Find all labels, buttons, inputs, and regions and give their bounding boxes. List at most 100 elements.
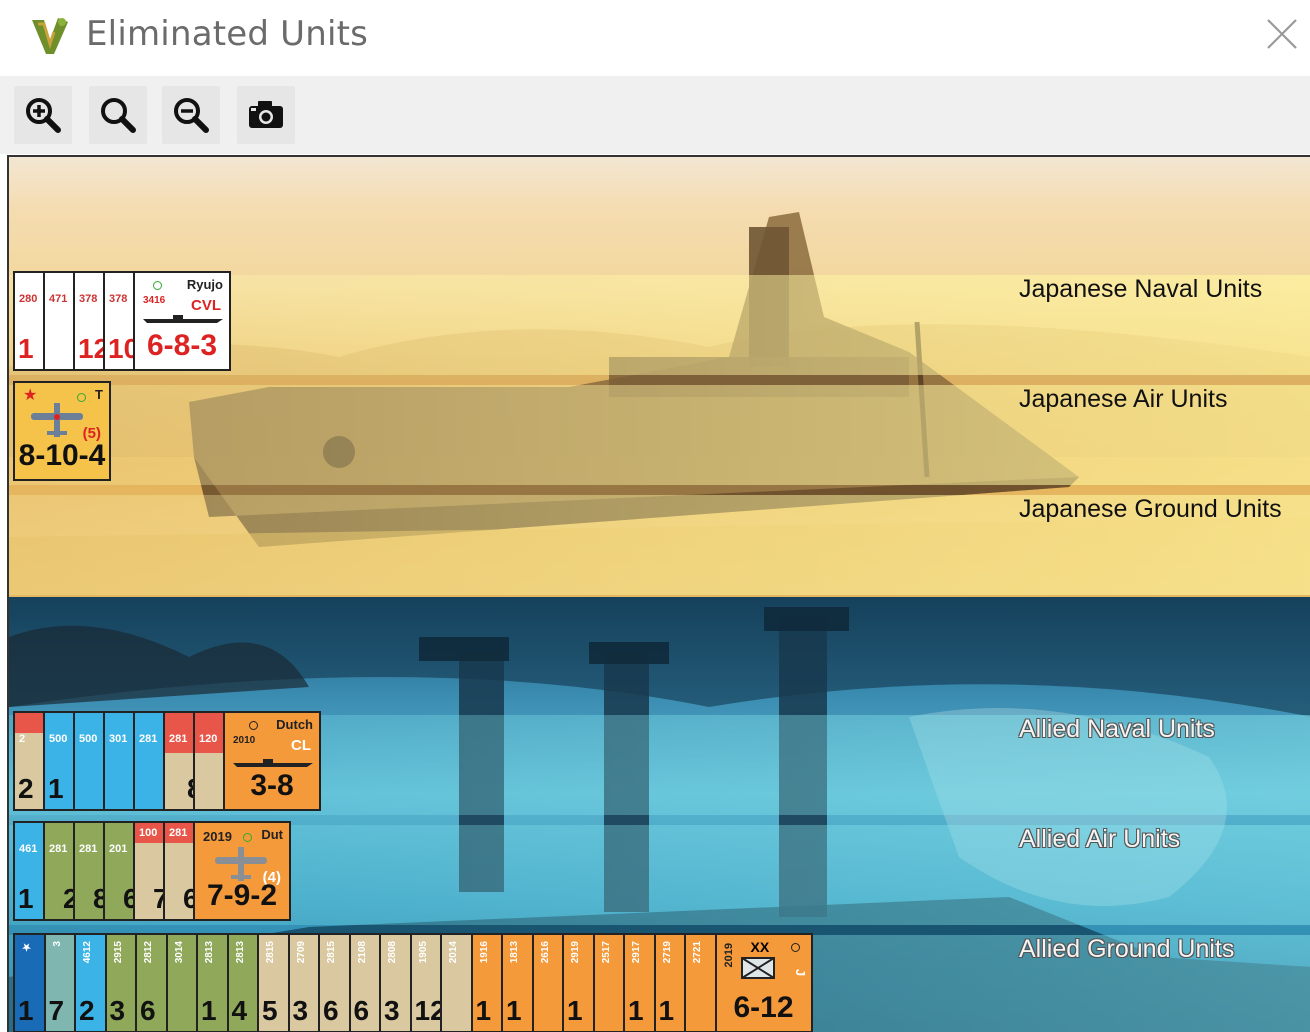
counter-value: 3 (109, 995, 126, 1026)
map-viewport[interactable]: Japanese Naval Units Japanese Air Units … (7, 155, 1310, 1032)
zoom-out-icon (174, 98, 209, 133)
zoom-in-icon (26, 98, 61, 133)
counter-name: Dutch (276, 717, 313, 732)
counter-marker: T (95, 387, 103, 402)
counter-code: 281 (79, 843, 98, 855)
counter-type: CL (291, 737, 311, 754)
counter-code: 4612 (82, 941, 93, 964)
counter-stat: 7-9-2 (206, 879, 278, 912)
counter-value: 1 (48, 773, 64, 804)
unit-counter-japanese-air[interactable]: ★ T (5) 8-10-4 (13, 381, 111, 481)
counter-side: J (793, 968, 809, 977)
counter-code: 2919 (570, 941, 581, 964)
japanese-board: Japanese Naval Units Japanese Air Units … (9, 157, 1310, 597)
counter-value: 1 (475, 995, 492, 1026)
counter-code: 3014 (173, 941, 185, 964)
section-label-japanese-naval: Japanese Naval Units (1019, 275, 1263, 303)
counter-code: 2815 (265, 941, 276, 964)
unit-counter-ryujo[interactable]: Ryujo 3416 CVL 6-8-3 (133, 271, 231, 371)
counter-code: 2813 (204, 941, 215, 964)
vassal-logo-icon (32, 18, 68, 54)
counter-code: 301 (109, 733, 128, 745)
counter-value: 1 (18, 333, 34, 364)
counter-value: 1 (201, 995, 217, 1026)
counter-code: 461 (19, 843, 38, 855)
screenshot-button[interactable] (237, 86, 295, 144)
counter-code: 500 (79, 733, 98, 745)
counter-value: 1 (658, 995, 675, 1026)
status-dot-icon (243, 833, 252, 842)
counter-stat: 6-12 (733, 991, 794, 1024)
counter-value: 1 (567, 995, 583, 1026)
zoom-reset-button[interactable] (89, 86, 147, 144)
counter-code: 2010 (233, 735, 256, 746)
counter-code: 2917 (631, 941, 642, 964)
counter-code: 2019 (722, 943, 735, 968)
counter-value: 2 (79, 995, 95, 1026)
counter-value: 2 (18, 773, 34, 804)
counter-code: 2108 (356, 941, 368, 964)
counter-code: 2808 (387, 941, 398, 964)
counter-code: 1916 (478, 941, 490, 964)
counter-value: 1 (18, 883, 34, 914)
ship-silhouette-icon (143, 315, 223, 323)
counter-code: 378 (79, 293, 98, 305)
counter-value: 1 (506, 995, 522, 1026)
counter-code: 3 (51, 941, 63, 947)
zoom-in-button[interactable] (14, 86, 72, 144)
counter-value: 1 (18, 995, 34, 1026)
aircraft-icon (31, 403, 83, 437)
counter-code: 2721 (692, 941, 703, 964)
zoom-out-button[interactable] (162, 86, 220, 144)
counter-value: 3 (384, 995, 400, 1026)
unit-counter-dutch-cl[interactable]: Dutch 2010 CL 3-8 (223, 711, 321, 811)
counter-code: 1905 (417, 941, 429, 964)
counter-code: 2719 (661, 941, 673, 964)
counter-type: CVL (191, 297, 221, 314)
counter-code: 3416 (143, 295, 166, 306)
window-title: Eliminated Units (86, 14, 369, 54)
counter-value: 4 (231, 995, 248, 1026)
counter-value: 5 (262, 995, 278, 1026)
counter-code: 471 (49, 293, 68, 305)
zoom-icon (101, 98, 136, 133)
counter-code: 2915 (112, 941, 124, 964)
counter-code: 2709 (295, 941, 307, 964)
counter-stat: 8-10-4 (18, 439, 106, 472)
section-label-allied-air: Allied Air Units (1019, 825, 1181, 853)
counter-code: 2812 (143, 941, 154, 964)
counter-value: 7 (48, 995, 65, 1026)
counter-code: 500 (49, 733, 68, 745)
section-label-japanese-air: Japanese Air Units (1019, 385, 1228, 413)
unit-counter-allied-division[interactable]: 2019 XX J 6-12 (714, 933, 813, 1032)
counter-value: 6 (323, 995, 339, 1026)
counter-code: 1813 (509, 941, 520, 964)
counter-code: 120 (199, 733, 218, 745)
allied-board: Allied Naval Units Allied Air Units Alli… (9, 597, 1310, 1032)
counter-code: 2019 (203, 829, 232, 844)
counter-stat: 3-8 (250, 769, 294, 802)
section-label-allied-ground: Allied Ground Units (1019, 935, 1235, 963)
status-dot-icon (249, 721, 258, 730)
title-bar: Eliminated Units (0, 0, 1310, 76)
infantry-symbol-icon (740, 957, 775, 979)
counter-code: 281 (169, 827, 188, 839)
unit-size-label: XX (750, 939, 770, 955)
counter-value: 6 (353, 995, 370, 1026)
counter-value: 1 (628, 995, 644, 1026)
section-label-allied-naval: Allied Naval Units (1019, 715, 1215, 743)
counter-name: Dut (261, 827, 283, 842)
counter-code: 2 (19, 733, 26, 745)
counter-code: 2517 (600, 941, 612, 964)
counter-code: 281 (49, 843, 68, 855)
counter-name: Ryujo (186, 277, 223, 292)
counter-stat: 6-8-3 (146, 329, 218, 362)
close-icon[interactable] (1262, 14, 1302, 54)
counter-code: 2014 (448, 941, 459, 964)
status-dot-icon (790, 943, 800, 952)
counter-value: 3 (292, 995, 309, 1026)
counter-value: 6 (140, 995, 156, 1026)
ship-silhouette-icon (233, 759, 313, 767)
counter-code: 280 (19, 293, 38, 305)
unit-counter-dutch-air[interactable]: 2019 Dut (4) 7-9-2 (193, 821, 291, 921)
